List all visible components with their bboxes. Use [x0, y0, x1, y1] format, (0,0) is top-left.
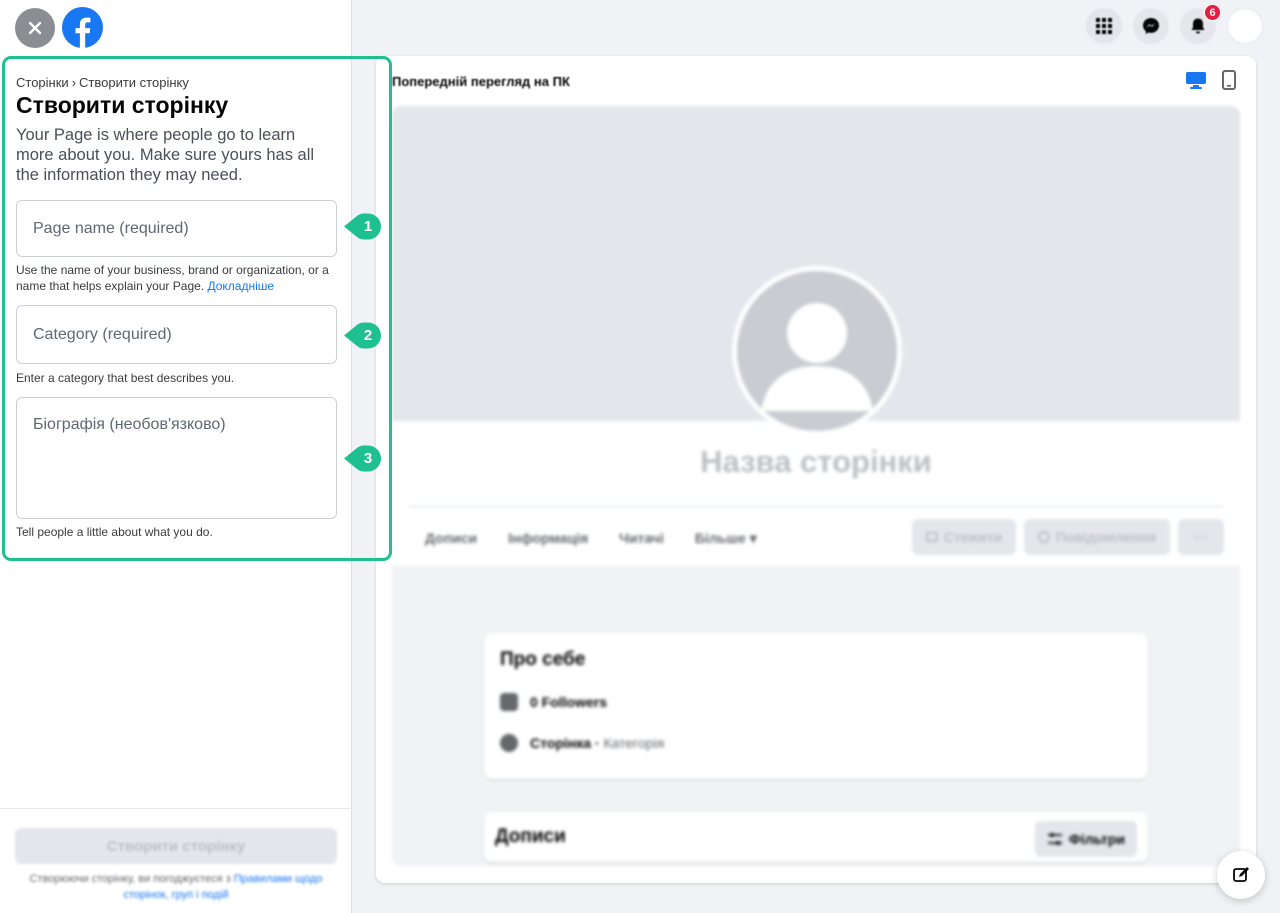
page-category-row: Сторінка · Категорія [500, 734, 1132, 752]
breadcrumb-current: Створити сторінку [79, 75, 189, 90]
tab-more-label: Більше [694, 530, 746, 546]
about-card: Про себе 0 Followers Сторінка · Категорі… [484, 633, 1148, 779]
desktop-icon [1186, 72, 1206, 89]
step-marker-1: 1 [344, 213, 382, 240]
bio-textarea[interactable] [16, 397, 337, 519]
step-number: 1 [363, 218, 373, 235]
close-icon [28, 21, 42, 35]
message-label: Повідомлення [1055, 529, 1157, 545]
intro-text: Your Page is where people go to learn mo… [16, 126, 315, 184]
filters-label: Фільтри [1068, 831, 1125, 847]
category-label: Категорія [603, 735, 665, 751]
posts-card: Дописи Фільтри [484, 812, 1148, 862]
page-name-input[interactable] [16, 200, 337, 257]
tab-followers[interactable]: Читачі [619, 530, 664, 547]
followers-icon [500, 693, 518, 711]
step-marker-2: 2 [344, 322, 382, 349]
notifications-icon [1191, 18, 1205, 34]
create-page-panel: Сторінки › Створити сторінку Створити стор… [0, 0, 352, 913]
menu-button[interactable] [1086, 8, 1122, 44]
profile-avatar [732, 266, 902, 436]
chevron-down-icon: ▾ [749, 530, 757, 546]
follow-label: Стежити [943, 529, 1003, 545]
tab-about[interactable]: Інформація [508, 530, 588, 547]
tab-more[interactable]: Більше ▾ [695, 530, 757, 547]
edit-icon [1233, 867, 1249, 882]
message-button[interactable]: Повідомлення [1024, 519, 1170, 555]
step-marker-3: 3 [344, 445, 382, 472]
mobile-icon [1222, 70, 1236, 90]
info-icon [500, 734, 518, 752]
page-type-label: Сторінка [530, 735, 592, 751]
messenger-icon [1143, 18, 1159, 34]
tab-posts[interactable]: Дописи [425, 530, 477, 547]
compose-button[interactable] [1217, 851, 1265, 899]
follow-icon [925, 532, 938, 542]
terms-prefix: Створюючи сторінку, ви погоджуєтеся з [29, 873, 231, 885]
page-title: Створити сторінку [16, 92, 229, 118]
follow-button[interactable]: Стежити [912, 519, 1016, 555]
messenger-small-icon [1037, 531, 1050, 543]
breadcrumb-separator: › [71, 75, 77, 90]
page-name-hint: Use the name of your business, brand or … [16, 262, 336, 294]
terms-text: Створюючи сторінку, ви погоджуєтеся з Пр… [16, 871, 336, 903]
menu-grid-icon [1096, 18, 1112, 34]
breadcrumb-parent[interactable]: Сторінки [16, 75, 69, 90]
page-preview: Назва сторінки Дописи Інформація Читачі … [392, 106, 1240, 866]
category-input[interactable] [16, 305, 337, 364]
posts-title: Дописи [495, 826, 566, 847]
followers-row: 0 Followers [500, 693, 1132, 711]
filters-button[interactable]: Фільтри [1034, 821, 1137, 857]
more-options-button[interactable]: ··· [1178, 519, 1224, 555]
footer-divider [0, 808, 352, 809]
mobile-preview-toggle[interactable] [1222, 70, 1236, 95]
desktop-preview-toggle[interactable] [1185, 70, 1207, 95]
followers-count: 0 Followers [530, 694, 608, 710]
step-number: 3 [363, 450, 373, 467]
bio-hint: Tell people a little about what you do. [16, 525, 213, 539]
close-button[interactable] [15, 8, 55, 48]
default-avatar-icon [761, 303, 873, 411]
desktop-preview-card: Попередній перегляд на ПК Назва сторінки… [376, 56, 1256, 883]
facebook-logo-icon [75, 17, 91, 48]
create-page-button[interactable]: Створити сторінку [15, 828, 337, 864]
messenger-button[interactable] [1133, 8, 1169, 44]
about-title: Про себе [500, 649, 586, 670]
notifications-badge: 6 [1203, 3, 1222, 22]
facebook-logo[interactable] [62, 7, 103, 48]
header-divider [409, 506, 1223, 507]
account-button[interactable] [1227, 8, 1263, 44]
step-number: 2 [363, 327, 373, 344]
filters-icon [1047, 833, 1062, 845]
learn-more-link[interactable]: Докладніше [207, 279, 274, 293]
breadcrumb: Сторінки › Створити сторінку [16, 75, 189, 90]
page-tabs: Дописи Інформація Читачі Більше ▾ [425, 530, 757, 547]
preview-title: Попередній перегляд на ПК [392, 74, 570, 89]
page-name-placeholder: Назва сторінки [700, 444, 932, 479]
page-name-hint-text: Use the name of your business, brand or … [16, 263, 329, 293]
category-hint: Enter a category that best describes you… [16, 371, 235, 385]
